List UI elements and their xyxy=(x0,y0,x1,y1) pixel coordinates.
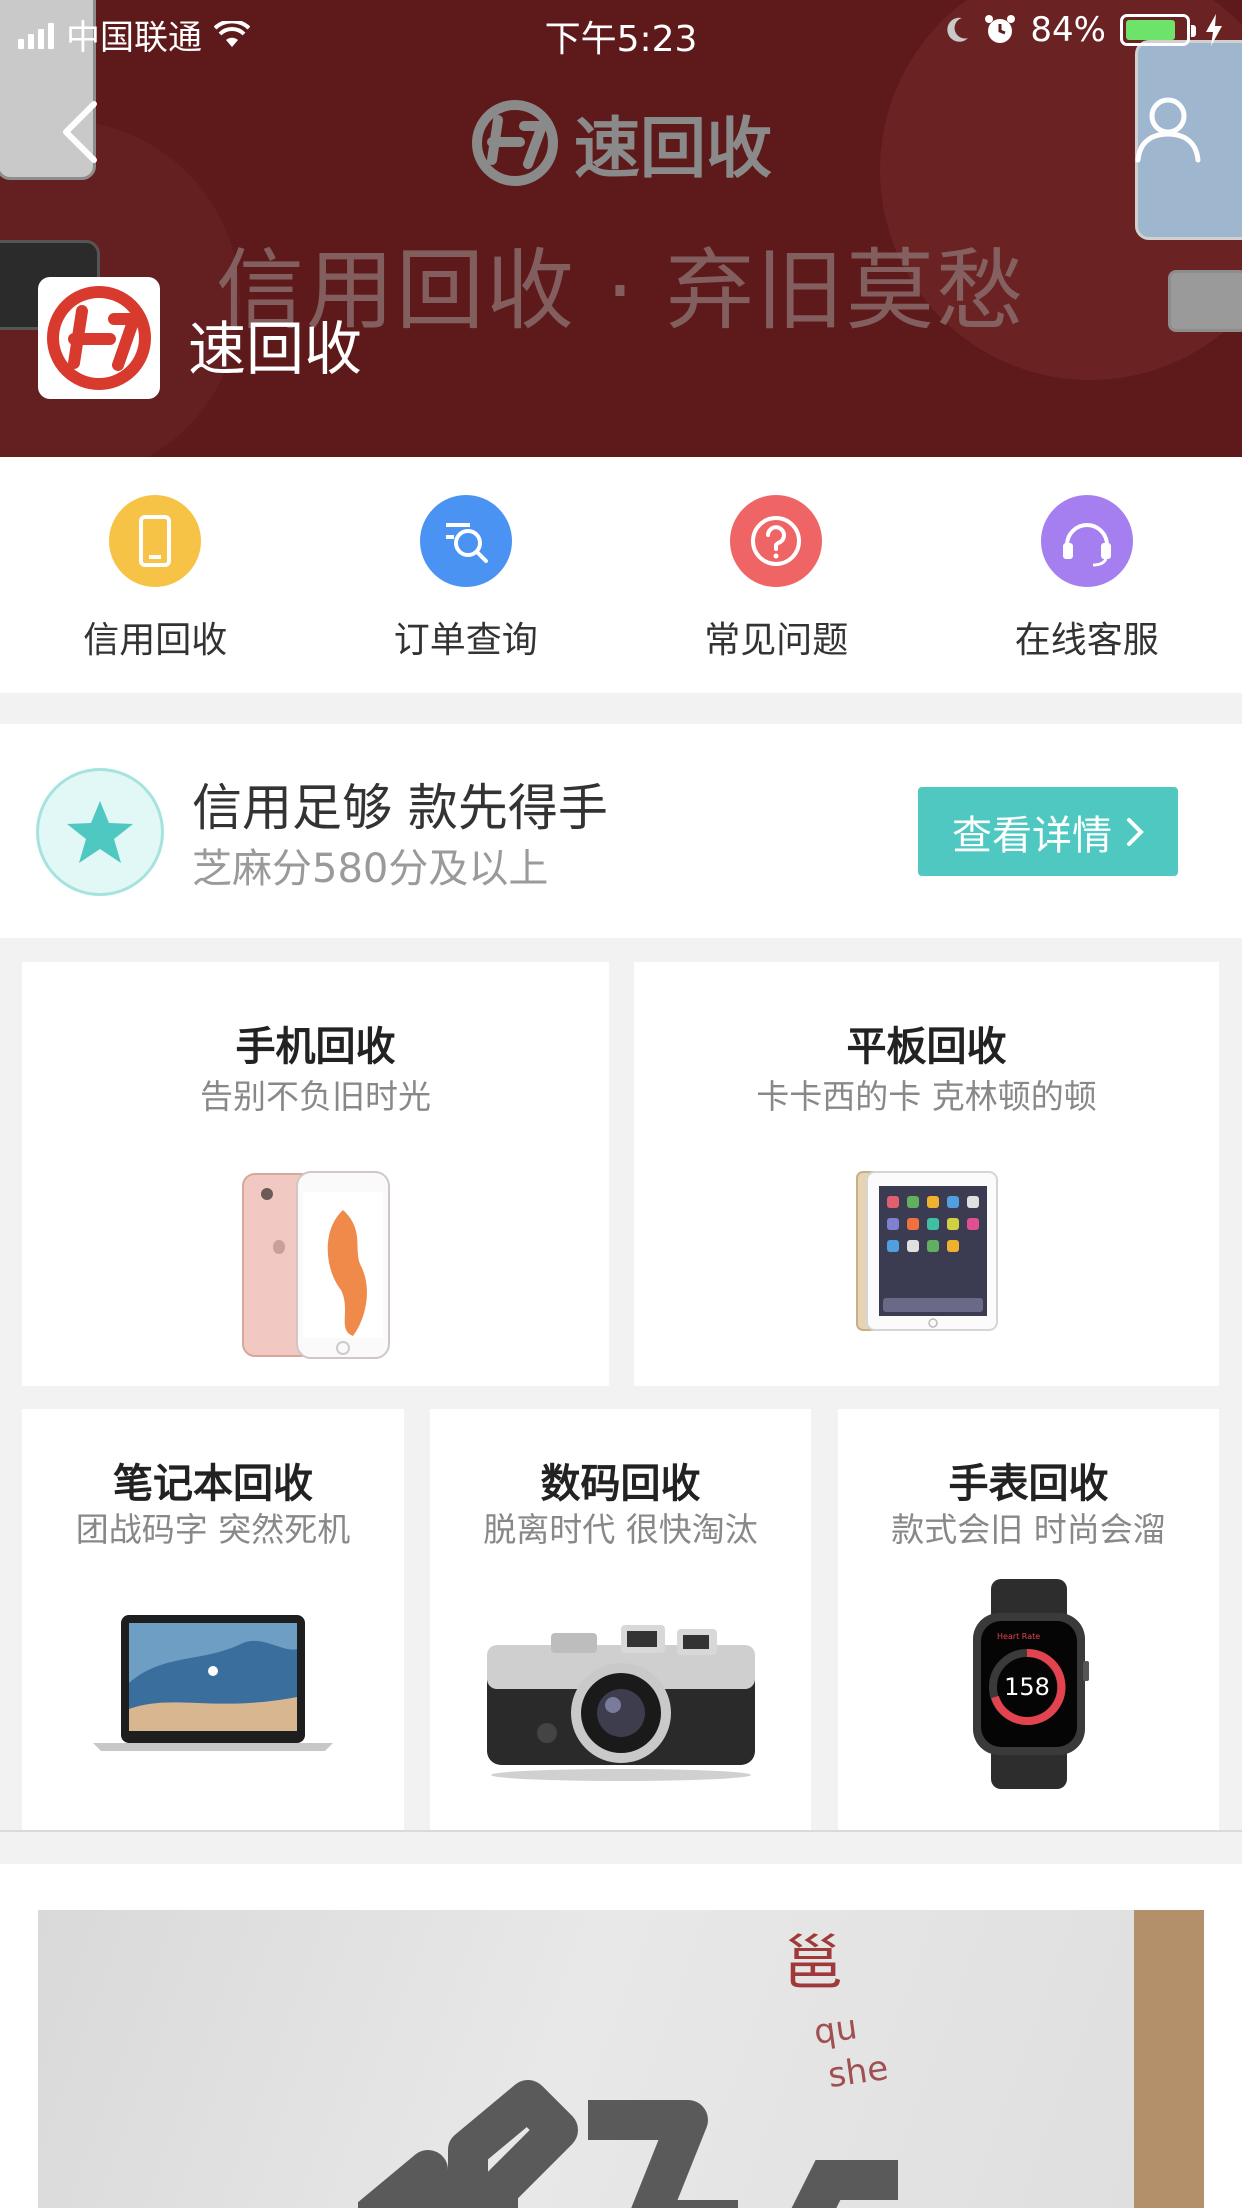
category-title: 平板回收 xyxy=(846,1024,1007,1070)
quick-nav: 信用回收 订单查询 常见问题 在线客服 xyxy=(0,457,1242,693)
moon-icon xyxy=(947,17,969,42)
camera-image xyxy=(486,1625,755,1781)
alarm-icon xyxy=(985,15,1016,43)
category-phone[interactable]: 手机回收 告别不负旧时光 xyxy=(22,962,609,1386)
category-title: 手机回收 xyxy=(235,1024,396,1070)
quick-nav-faq[interactable]: 常见问题 xyxy=(621,457,932,693)
credit-promo: 信用足够 款先得手 芝麻分580分及以上 查看详情 xyxy=(0,724,1242,938)
quick-nav-label: 订单查询 xyxy=(393,620,538,661)
app-name: 速回收 xyxy=(188,315,363,383)
bottom-feature-card[interactable]: 邕 qu she xyxy=(0,1864,1242,2208)
category-subtitle: 卡卡西的卡 克林顿的顿 xyxy=(756,1077,1097,1116)
embossed-logo-image xyxy=(358,2080,898,2208)
apple-watch-image: 158 Heart Rate xyxy=(972,1579,1089,1789)
category-title: 笔记本回收 xyxy=(113,1461,313,1507)
category-laptop[interactable]: 笔记本回收 团战码字 突然死机 xyxy=(22,1409,404,1830)
star-badge-icon xyxy=(36,768,164,896)
category-subtitle: 脱离时代 很快淘汰 xyxy=(483,1510,758,1549)
quick-nav-online-service[interactable]: 在线客服 xyxy=(932,457,1242,693)
header-banner: 中国联通 下午5:23 84% 速回收 信用回收 · 弃旧莫愁 速回收 xyxy=(0,0,1242,457)
view-details-label: 查看详情 xyxy=(952,812,1112,859)
section-divider xyxy=(0,1830,1242,1864)
status-right: 84% xyxy=(944,10,1224,50)
brand-mark-icon xyxy=(472,100,558,186)
quick-nav-credit-recycle[interactable]: 信用回收 xyxy=(0,457,311,693)
battery-percent: 84% xyxy=(1030,10,1106,50)
category-watch[interactable]: 手表回收 款式会旧 时尚会溜 158 Heart Rate xyxy=(838,1409,1219,1830)
banner-slogan: 信用回收 · 弃旧莫愁 xyxy=(216,239,1026,342)
category-subtitle: 告别不负旧时光 xyxy=(200,1077,431,1116)
headset-icon xyxy=(1040,495,1133,587)
promo-title: 信用足够 款先得手 xyxy=(192,779,608,837)
question-icon xyxy=(730,495,823,587)
chevron-right-icon xyxy=(1127,817,1144,846)
photo-stamp: 邕 xyxy=(783,1929,843,1999)
app-logo-icon xyxy=(47,286,151,390)
quick-nav-label: 信用回收 xyxy=(83,620,228,661)
charging-icon xyxy=(1206,14,1222,46)
category-title: 数码回收 xyxy=(540,1461,701,1507)
category-title: 手表回收 xyxy=(948,1461,1109,1507)
category-digital[interactable]: 数码回收 脱离时代 很快淘汰 xyxy=(430,1409,811,1830)
search-list-icon xyxy=(419,495,512,587)
brand-logo: 速回收 xyxy=(0,95,1242,191)
category-subtitle: 款式会旧 时尚会溜 xyxy=(891,1510,1166,1549)
phone-icon xyxy=(109,495,202,587)
feature-photo: 邕 qu she xyxy=(38,1910,1204,2208)
iphone-image xyxy=(241,1171,390,1359)
watch-heart-rate: 158 xyxy=(1004,1673,1050,1701)
view-details-button[interactable]: 查看详情 xyxy=(918,787,1178,876)
battery-icon xyxy=(1120,14,1196,46)
quick-nav-order-query[interactable]: 订单查询 xyxy=(311,457,622,693)
battery-fill xyxy=(1126,20,1175,40)
app-icon xyxy=(38,277,160,399)
svg-text:Heart Rate: Heart Rate xyxy=(997,1632,1040,1641)
category-tablet[interactable]: 平板回收 卡卡西的卡 克林顿的顿 xyxy=(634,962,1219,1386)
category-subtitle: 团战码字 突然死机 xyxy=(75,1510,351,1549)
quick-nav-label: 在线客服 xyxy=(1014,620,1159,661)
quick-nav-label: 常见问题 xyxy=(704,620,849,661)
macbook-image xyxy=(93,1615,333,1751)
photo-edge xyxy=(1134,1910,1204,2208)
photo-text-line: qu xyxy=(811,2007,860,2053)
status-bar: 中国联通 下午5:23 84% xyxy=(0,0,1242,60)
brand-name: 速回收 xyxy=(574,110,772,187)
ipad-image xyxy=(855,1171,998,1331)
promo-subtitle: 芝麻分580分及以上 xyxy=(192,846,549,892)
